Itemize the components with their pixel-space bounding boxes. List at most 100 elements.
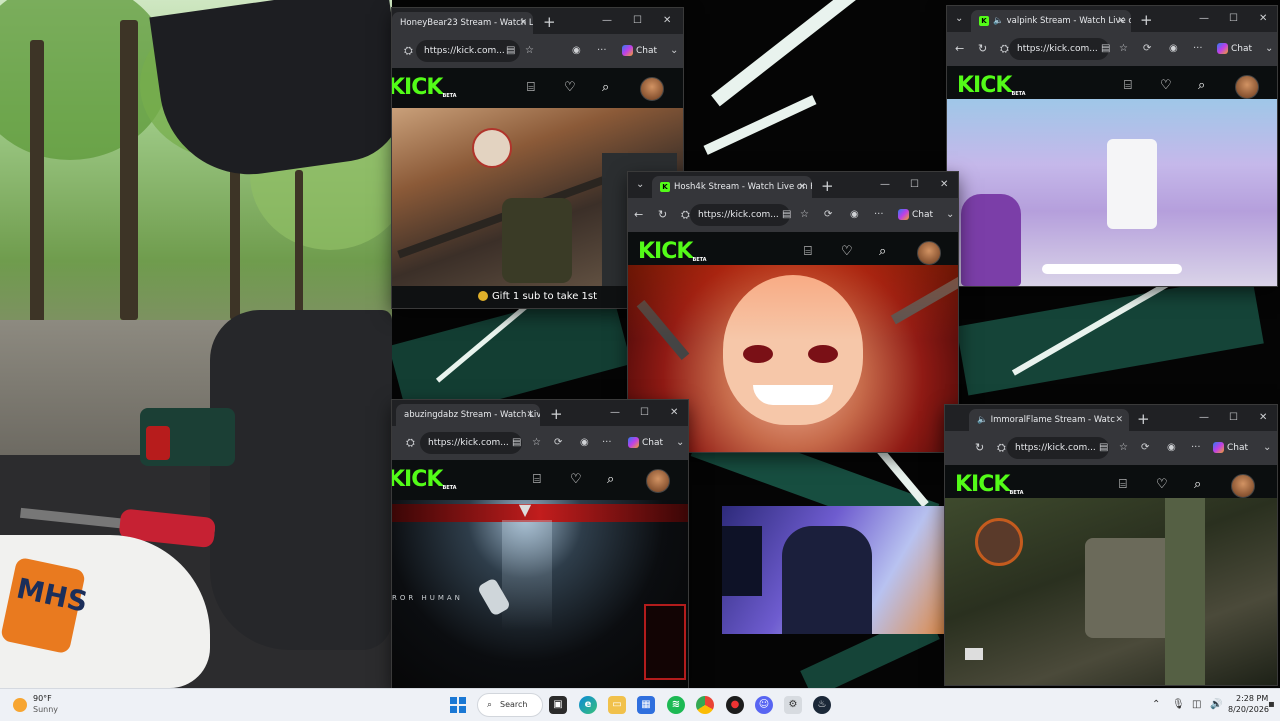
chevron-up-icon[interactable]: ⌃ (1152, 689, 1160, 721)
address-bar[interactable]: https://kick.com... (690, 204, 790, 226)
maximize-icon[interactable]: ☐ (640, 404, 649, 422)
task-view-icon[interactable]: ▣ (549, 696, 567, 714)
chat-button[interactable]: Chat (1213, 431, 1248, 465)
profile-icon[interactable]: ◉ (572, 34, 581, 68)
address-bar[interactable]: https://kick.com... (420, 432, 522, 454)
close-icon[interactable]: ✕ (526, 404, 534, 426)
star-icon[interactable]: ☆ (800, 198, 809, 232)
maximize-icon[interactable]: ☐ (1229, 409, 1238, 427)
taskbar-search[interactable]: ⌕ Search (477, 693, 543, 717)
avatar[interactable] (1235, 75, 1259, 99)
close-window-icon[interactable]: ✕ (1259, 409, 1267, 427)
kick-logo[interactable]: KICKBETA (392, 460, 457, 500)
more-icon[interactable]: ··· (1191, 431, 1201, 465)
browser-window-valpink[interactable]: ⌄ K 🔈 valpink Stream - Watch Live o ✕ + — … (947, 6, 1277, 286)
app-red-icon[interactable]: ● (726, 696, 744, 714)
avatar[interactable] (1231, 474, 1255, 498)
tab-immoralflame[interactable]: 🔈 ImmoralFlame Stream - Watc ✕ (969, 409, 1129, 431)
video-player[interactable]: ▼ ROR HUMAN (392, 500, 688, 688)
close-window-icon[interactable]: ✕ (940, 176, 948, 194)
minimize-icon[interactable]: — (1199, 409, 1209, 427)
back-icon[interactable]: ← (634, 198, 643, 232)
profile-icon[interactable]: ◉ (580, 426, 589, 460)
video-player[interactable] (947, 99, 1277, 286)
tab-hosh4k[interactable]: K Hosh4k Stream - Watch Live on Ki ✕ (652, 176, 812, 198)
lock-icon[interactable]: ⛭ (997, 431, 1006, 465)
chevron-down-icon[interactable]: ⌄ (946, 198, 954, 232)
settings-icon[interactable]: ⚙ (784, 696, 802, 714)
star-icon[interactable]: ☆ (525, 34, 534, 68)
network-icon[interactable]: ◫ (1192, 689, 1201, 721)
close-icon[interactable]: ✕ (798, 176, 806, 198)
clock-time[interactable]: 2:28 PM (1236, 694, 1268, 703)
close-window-icon[interactable]: ✕ (1259, 10, 1267, 28)
video-player[interactable] (945, 498, 1277, 685)
reader-icon[interactable]: ▤ (1099, 431, 1108, 465)
extensions-icon[interactable]: ⟳ (1141, 431, 1149, 465)
new-tab-button[interactable]: + (1140, 10, 1153, 30)
chat-button[interactable]: Chat (1217, 32, 1252, 66)
search-icon[interactable]: ⌕ (607, 460, 614, 500)
kick-logo[interactable]: KICKBETA (392, 68, 457, 108)
extensions-icon[interactable]: ⟳ (824, 198, 832, 232)
minimize-icon[interactable]: — (602, 12, 612, 30)
reload-icon[interactable]: ↻ (978, 32, 987, 66)
browser-window-abuzingdabz[interactable]: abuzingdabz Stream - Watch Live ✕ + — ☐ … (392, 400, 688, 688)
chevron-down-icon[interactable]: ⌄ (636, 176, 644, 194)
chrome-icon[interactable] (696, 696, 714, 714)
address-bar[interactable]: https://kick.com... (416, 40, 520, 62)
chat-button[interactable]: Chat (628, 426, 663, 460)
maximize-icon[interactable]: ☐ (910, 176, 919, 194)
chevron-down-icon[interactable]: ⌄ (1263, 431, 1271, 465)
steam-icon[interactable]: ♨ (813, 696, 831, 714)
maximize-icon[interactable]: ☐ (1229, 10, 1238, 28)
back-icon[interactable]: ← (955, 32, 964, 66)
chevron-down-icon[interactable]: ⌄ (676, 426, 684, 460)
search-icon[interactable]: ⌕ (602, 68, 609, 108)
file-explorer-icon[interactable]: ▭ (608, 696, 626, 714)
extensions-icon[interactable]: ⟳ (554, 426, 562, 460)
new-tab-button[interactable]: + (821, 176, 834, 196)
star-icon[interactable]: ☆ (532, 426, 541, 460)
chevron-down-icon[interactable]: ⌄ (670, 34, 678, 68)
browser-window-immoralflame[interactable]: 🔈 ImmoralFlame Stream - Watc ✕ + — ☐ ✕ ↻ … (945, 405, 1277, 685)
avatar[interactable] (640, 77, 664, 101)
address-bar[interactable]: https://kick.com... (1007, 437, 1109, 459)
spotify-icon[interactable]: ≋ (667, 696, 685, 714)
close-icon[interactable]: ✕ (1117, 10, 1125, 32)
tab-valpink[interactable]: K 🔈 valpink Stream - Watch Live o ✕ (971, 10, 1131, 32)
store-icon[interactable]: ▦ (637, 696, 655, 714)
more-icon[interactable]: ··· (597, 34, 607, 68)
new-tab-button[interactable]: + (1137, 409, 1150, 429)
reload-icon[interactable]: ↻ (975, 431, 984, 465)
chevron-down-icon[interactable]: ⌄ (955, 10, 963, 28)
address-bar[interactable]: https://kick.com... (1009, 38, 1109, 60)
edge-icon[interactable]: e (579, 696, 597, 714)
close-window-icon[interactable]: ✕ (670, 404, 678, 422)
close-icon[interactable]: ✕ (519, 12, 527, 34)
reader-icon[interactable]: ▤ (512, 426, 521, 460)
star-icon[interactable]: ☆ (1119, 431, 1128, 465)
close-window-icon[interactable]: ✕ (663, 12, 671, 30)
tab-abuzingdabz[interactable]: abuzingdabz Stream - Watch Live ✕ (396, 404, 540, 426)
sun-icon[interactable] (13, 698, 27, 712)
lock-icon[interactable]: ⛭ (681, 198, 690, 232)
reader-icon[interactable]: ▤ (1101, 32, 1110, 66)
browse-icon[interactable]: ⌸ (527, 68, 535, 108)
new-tab-button[interactable]: + (550, 404, 563, 424)
new-tab-button[interactable]: + (543, 12, 556, 32)
start-button[interactable] (450, 697, 466, 713)
minimize-icon[interactable]: — (610, 404, 620, 422)
reader-icon[interactable]: ▤ (506, 34, 515, 68)
heart-icon[interactable]: ♡ (564, 68, 576, 108)
avatar[interactable] (917, 241, 941, 265)
lock-icon[interactable]: ⛭ (404, 34, 413, 68)
more-icon[interactable]: ··· (602, 426, 612, 460)
minimize-icon[interactable]: — (880, 176, 890, 194)
profile-icon[interactable]: ◉ (850, 198, 859, 232)
close-icon[interactable]: ✕ (1115, 409, 1123, 431)
profile-icon[interactable]: ◉ (1167, 431, 1176, 465)
weather-desc[interactable]: Sunny (33, 705, 58, 714)
notification-icon[interactable]: ▪ (1268, 689, 1275, 721)
star-icon[interactable]: ☆ (1119, 32, 1128, 66)
